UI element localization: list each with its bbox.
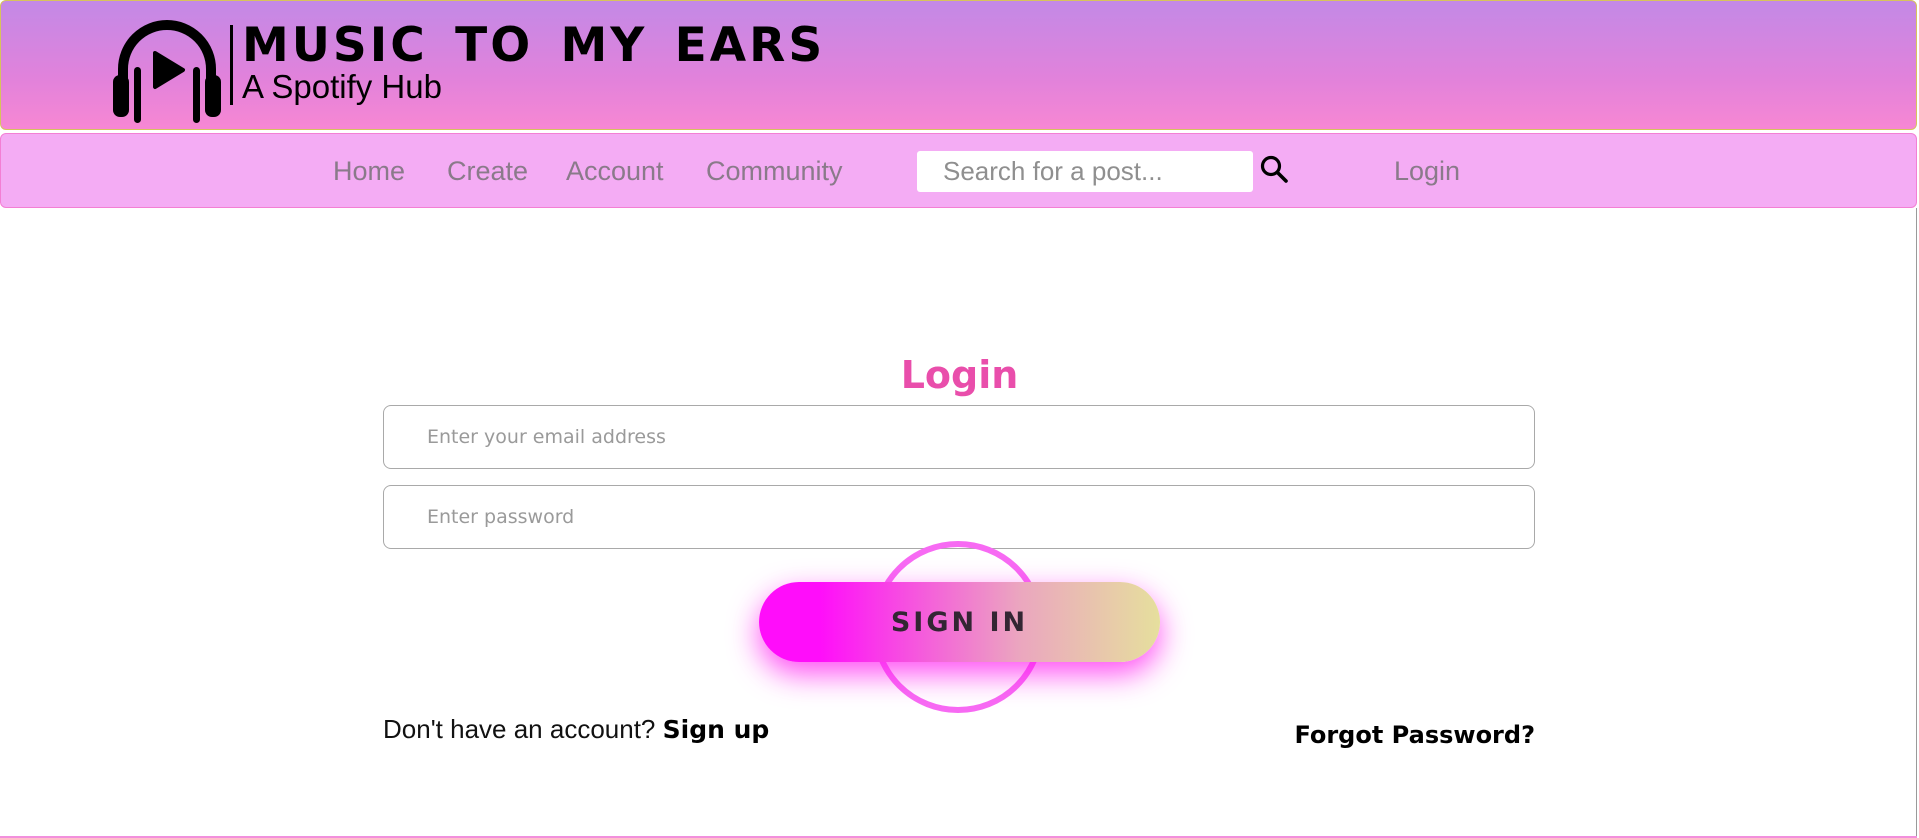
nav-item-login[interactable]: Login xyxy=(1394,154,1460,188)
nav-item-create[interactable]: Create xyxy=(447,154,528,188)
password-field[interactable] xyxy=(383,485,1535,549)
site-header: MUSIC TO MY EARS A Spotify Hub xyxy=(0,0,1917,130)
sign-in-button[interactable]: SIGN IN xyxy=(759,582,1160,662)
signup-prompt-text: Don't have an account? xyxy=(383,714,656,744)
page: MUSIC TO MY EARS A Spotify Hub Home Crea… xyxy=(0,0,1919,838)
logo-divider xyxy=(230,25,233,105)
main-nav: Home Create Account Community Login xyxy=(0,133,1917,208)
signup-prompt-line: Don't have an account? Sign up xyxy=(383,712,769,747)
email-field[interactable] xyxy=(383,405,1535,469)
nav-item-community[interactable]: Community xyxy=(706,154,843,188)
nav-item-account[interactable]: Account xyxy=(566,154,664,188)
signup-link[interactable]: Sign up xyxy=(663,715,770,744)
brand-title: MUSIC TO MY EARS xyxy=(242,18,826,73)
search-input[interactable] xyxy=(917,151,1253,192)
search-icon[interactable] xyxy=(1259,154,1289,184)
nav-item-home[interactable]: Home xyxy=(333,154,405,188)
page-title: Login xyxy=(900,353,1019,398)
brand-subtitle: A Spotify Hub xyxy=(242,68,442,105)
forgot-password-link[interactable]: Forgot Password? xyxy=(1294,719,1535,751)
headphones-play-icon[interactable] xyxy=(111,13,223,123)
page-right-border xyxy=(1916,208,1917,838)
